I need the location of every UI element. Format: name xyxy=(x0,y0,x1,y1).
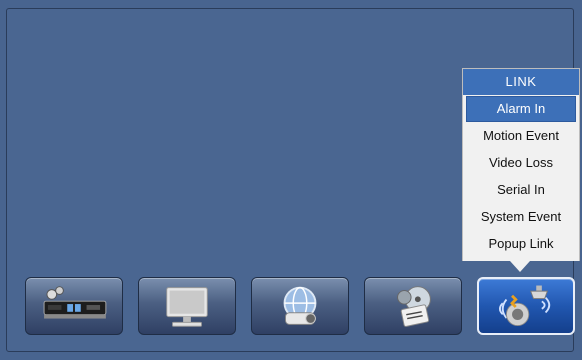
menu-pointer xyxy=(510,261,530,272)
link-menu: LINK Alarm In Motion Event Video Loss Se… xyxy=(462,68,580,261)
network-camera-icon xyxy=(283,286,317,325)
menu-item-alarm-in[interactable]: Alarm In xyxy=(466,96,576,122)
taskbar-button-network[interactable] xyxy=(251,277,349,335)
taskbar-button-alarm[interactable] xyxy=(477,277,575,335)
menu-item-video-loss[interactable]: Video Loss xyxy=(466,150,576,176)
link-menu-title: LINK xyxy=(463,69,579,95)
menu-item-popup-link[interactable]: Popup Link xyxy=(466,231,576,257)
menu-item-system-event[interactable]: System Event xyxy=(466,204,576,230)
monitor-icon xyxy=(166,287,208,327)
disc-storage-icon xyxy=(397,286,431,327)
taskbar-button-recorder[interactable] xyxy=(25,277,123,335)
menu-item-serial-in[interactable]: Serial In xyxy=(466,177,576,203)
taskbar-button-storage[interactable] xyxy=(364,277,462,335)
taskbar-button-display[interactable] xyxy=(138,277,236,335)
menu-item-motion-event[interactable]: Motion Event xyxy=(466,123,576,149)
alarm-speaker-icon xyxy=(499,285,551,327)
dvr-recorder-icon xyxy=(43,286,107,319)
